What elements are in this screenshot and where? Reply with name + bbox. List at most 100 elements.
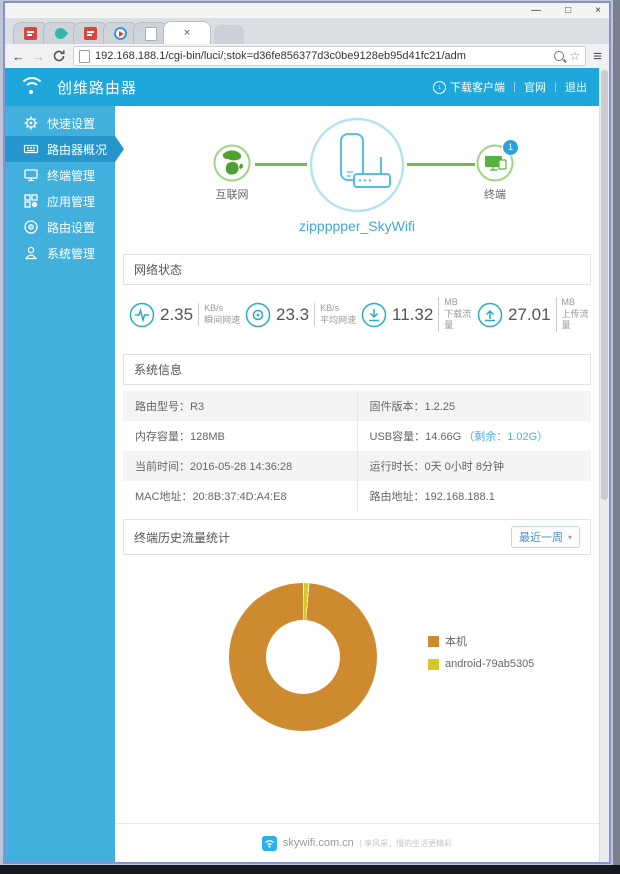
address-bar[interactable]: 192.168.188.1/cgi-bin/luci/;stok=d36fe85…	[73, 46, 587, 66]
tab-strip: ×	[5, 18, 609, 44]
sidebar-item-label: 应用管理	[47, 194, 96, 209]
average-speed-icon	[245, 302, 271, 327]
sidebar-item-label: 快速设置	[47, 116, 96, 131]
sidebar-item-router-overview[interactable]: 路由器概况	[5, 136, 115, 162]
legend-label: android-79ab5305	[445, 658, 535, 671]
monitor-icon	[24, 169, 38, 182]
teal-plant-favicon-icon	[52, 25, 69, 42]
router-overview-icon	[23, 144, 39, 154]
terminal-label: 终端	[484, 189, 506, 201]
logout-link[interactable]: 退出	[565, 79, 587, 95]
upload-icon	[477, 302, 503, 327]
legend-label: 本机	[445, 636, 467, 649]
person-icon	[25, 246, 37, 260]
terminal-count-badge: 1	[502, 139, 519, 156]
window-titlebar: — □ ×	[5, 3, 609, 18]
current-time: 当前时间：2016-05-28 14:36:28	[135, 461, 293, 474]
browser-menu-icon[interactable]: ≡	[593, 49, 602, 64]
close-button[interactable]: ×	[595, 3, 601, 18]
stat-meta: MB 下载流量	[438, 297, 473, 333]
network-stats-row: 2.35 KB/s 瞬间网速 23.3 KB/s 平均网速 11.32 MB 下载流量	[115, 285, 599, 346]
terminal-node[interactable]: 1	[476, 139, 519, 187]
red-app-favicon-icon	[24, 27, 37, 40]
router-icon	[309, 117, 405, 213]
legend-swatch	[428, 658, 439, 670]
stat-meta: MB 上传流量	[555, 297, 589, 333]
footer-slogan: | 享风采，慢的生活更精彩	[359, 838, 453, 848]
wifi-logo-icon	[17, 74, 47, 100]
download-client-link[interactable]: ↓ 下载客户端	[433, 79, 505, 95]
stat-value: 2.35	[160, 304, 194, 324]
sidebar-item-router-settings[interactable]: 路由设置	[5, 214, 115, 240]
sidebar-item-system-management[interactable]: 系统管理	[5, 240, 115, 266]
active-tab[interactable]: ×	[163, 21, 211, 44]
stat-upload-traffic: 27.01 MB 上传流量	[473, 297, 589, 333]
traffic-donut-chart-area: 本机 android-79ab5305	[115, 555, 599, 805]
desktop-background-bottom	[0, 865, 620, 874]
stat-download-traffic: 11.32 MB 下载流量	[357, 297, 473, 333]
forward-button[interactable]: →	[32, 50, 45, 63]
back-button[interactable]: ←	[12, 50, 25, 63]
chart-legend: 本机 android-79ab5305	[428, 633, 534, 670]
table-row: 路由型号：R3 固件版本：1.2.25	[123, 391, 592, 422]
download-icon	[361, 302, 387, 327]
table-row: 当前时间：2016-05-28 14:36:28 运行时长：0天 0小时 8分钟	[123, 451, 592, 482]
page-icon	[79, 49, 90, 63]
uptime: 运行时长：0天 0小时 8分钟	[356, 451, 592, 482]
pulse-icon	[129, 302, 155, 327]
desktop-background-right	[613, 0, 620, 874]
browser-window: — □ × × ← → 192.168.188.1/cgi-bin/luci/;…	[3, 1, 611, 864]
sidebar-item-app-management[interactable]: 应用管理	[5, 188, 115, 214]
search-icon[interactable]	[554, 51, 565, 61]
sidebar-item-quick-setup[interactable]: 快速设置	[5, 110, 115, 136]
chevron-down-icon: ▾	[567, 532, 572, 542]
router-admin-page: 创维路由器 ↓ 下载客户端 官网 退出 快速设置 路由器概况 终端管理 应用管理…	[5, 68, 599, 862]
internet-node[interactable]	[213, 144, 251, 187]
sidebar-item-label: 路由设置	[47, 220, 96, 235]
maximize-button[interactable]: □	[565, 3, 571, 18]
firmware-version: 固件版本：1.2.25	[356, 391, 592, 422]
tab-close-icon[interactable]: ×	[184, 27, 190, 39]
network-topology: 互联网 1 终端 zippppper_SkyWifi	[115, 112, 599, 246]
official-site-link[interactable]: 官网	[524, 79, 546, 95]
reload-button[interactable]	[52, 49, 66, 63]
skywifi-logo-icon	[261, 835, 277, 851]
topology-link-line	[407, 163, 475, 166]
legend-swatch	[428, 635, 439, 647]
legend-item-local[interactable]: 本机	[428, 633, 534, 649]
main-content: 互联网 1 终端 zippppper_SkyWifi 网络状态 2.35 KB/…	[115, 106, 599, 862]
url-text[interactable]: 192.168.188.1/cgi-bin/luci/;stok=d36fe85…	[95, 50, 549, 62]
red-app-favicon-icon	[84, 27, 97, 40]
page-footer: skywifi.com.cn | 享风采，慢的生活更精彩	[115, 823, 599, 862]
router-node[interactable]	[309, 117, 405, 218]
sidebar-item-label: 系统管理	[47, 246, 96, 261]
wifi-ssid: zippppper_SkyWifi	[299, 218, 415, 234]
legend-item-android[interactable]: android-79ab5305	[428, 658, 534, 670]
traffic-stats-section-header: 终端历史流量统计 最近一周 ▾	[123, 519, 591, 556]
stat-instant-speed: 2.35 KB/s 瞬间网速	[125, 297, 241, 332]
new-tab-button[interactable]	[214, 25, 244, 44]
stat-value: 27.01	[508, 304, 551, 324]
stat-meta: KB/s 瞬间网速	[198, 302, 240, 327]
footer-site-link[interactable]: skywifi.com.cn	[283, 837, 354, 849]
download-circle-icon: ↓	[433, 80, 446, 94]
play-button-favicon-icon	[114, 27, 127, 40]
page-body: 快速设置 路由器概况 终端管理 应用管理 路由设置 系统管理 互联网 1 终端 …	[5, 106, 599, 862]
circle-gear-icon	[24, 220, 38, 234]
router-address: 路由地址：192.168.188.1	[356, 481, 592, 512]
scrollbar-thumb[interactable]	[601, 70, 608, 500]
globe-icon	[213, 144, 251, 182]
usb-capacity: USB容量：14.66G （剩余：1.02G）	[356, 421, 592, 452]
donut-chart	[229, 583, 377, 732]
minimize-button[interactable]: —	[531, 3, 541, 18]
usb-remaining: （剩余：1.02G）	[463, 431, 549, 444]
traffic-stats-title: 终端历史流量统计	[134, 530, 231, 545]
stat-value: 11.32	[392, 304, 434, 324]
sidebar-item-terminal-management[interactable]: 终端管理	[5, 162, 115, 188]
topology-link-line	[255, 163, 307, 166]
bookmark-star-icon[interactable]: ☆	[569, 50, 580, 62]
header-links: ↓ 下载客户端 官网 退出	[433, 79, 587, 95]
divider	[514, 82, 515, 92]
date-range-dropdown[interactable]: 最近一周 ▾	[510, 526, 580, 549]
page-scrollbar[interactable]	[599, 68, 609, 862]
